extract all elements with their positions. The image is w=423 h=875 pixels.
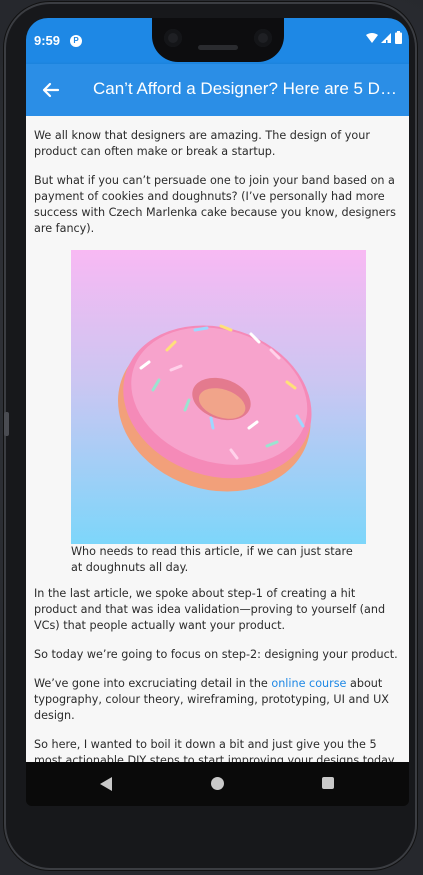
page-title: Can’t Afford a Designer? Here are 5 DIY … bbox=[93, 79, 399, 98]
doughnut-image bbox=[71, 250, 366, 544]
back-arrow-icon[interactable] bbox=[38, 77, 64, 103]
nav-home-icon[interactable] bbox=[211, 777, 224, 790]
device-screen: 9:59 P Can’t Afford a Designer? Here are… bbox=[26, 18, 409, 806]
paragraph-step-two: So today we’re going to focus on step-2:… bbox=[34, 648, 398, 661]
earpiece-speaker bbox=[198, 45, 238, 50]
course-text-before: We’ve gone into excruciating detail in t… bbox=[34, 677, 272, 690]
front-camera-icon bbox=[254, 29, 272, 47]
doughnut-illustration bbox=[118, 324, 312, 492]
image-caption: Who needs to read this article, if we ca… bbox=[71, 545, 353, 574]
side-button bbox=[4, 412, 9, 436]
paragraph-summary: So here, I wanted to boil it down a bit … bbox=[34, 738, 397, 762]
system-navigation-bar bbox=[26, 762, 409, 806]
article-content[interactable]: We all know that designers are amazing. … bbox=[26, 116, 409, 762]
wifi-icon bbox=[366, 32, 378, 43]
article-body: We all know that designers are amazing. … bbox=[26, 116, 409, 762]
paragraph-intro: We all know that designers are amazing. … bbox=[34, 129, 370, 158]
paragraph-course: We’ve gone into excruciating detail in t… bbox=[34, 676, 401, 724]
phone-frame: 9:59 P Can’t Afford a Designer? Here are… bbox=[4, 2, 417, 870]
paragraph-last-article: In the last article, we spoke about step… bbox=[34, 587, 386, 632]
status-time: 9:59 bbox=[34, 33, 61, 48]
online-course-link[interactable]: online course bbox=[271, 677, 346, 690]
paragraph-persuade: But what if you can’t persuade one to jo… bbox=[34, 174, 396, 235]
nav-recents-icon[interactable] bbox=[322, 777, 334, 789]
article-figure: Who needs to read this article, if we ca… bbox=[71, 250, 366, 576]
nav-back-icon[interactable] bbox=[99, 776, 113, 792]
status-bar: 9:59 P bbox=[26, 18, 409, 64]
app-notification-icon: P bbox=[70, 35, 82, 47]
front-camera-icon bbox=[164, 29, 182, 47]
cell-signal-icon bbox=[381, 32, 391, 43]
battery-icon bbox=[395, 31, 402, 44]
camera-notch bbox=[152, 18, 284, 62]
app-bar: Can’t Afford a Designer? Here are 5 DIY … bbox=[26, 64, 409, 116]
status-icons bbox=[366, 31, 402, 44]
